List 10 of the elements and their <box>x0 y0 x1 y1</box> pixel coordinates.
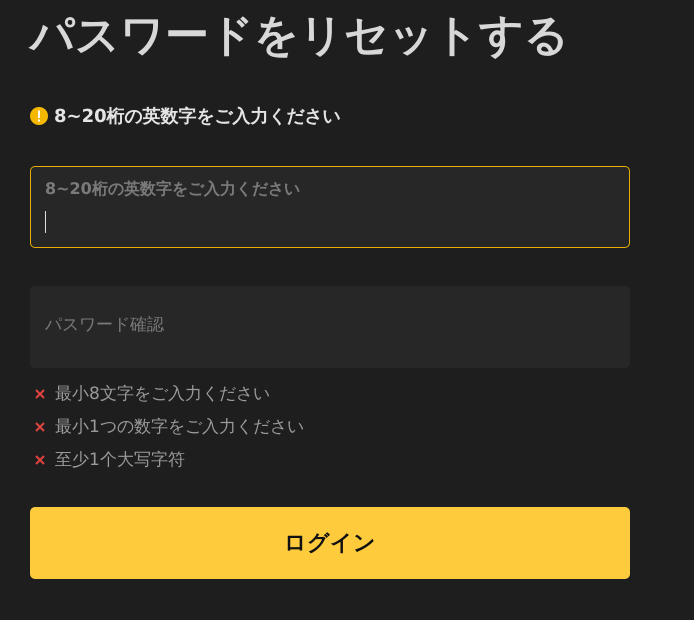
password-field[interactable]: 8~20桁の英数字をご入力ください <box>30 166 630 248</box>
warning-icon <box>30 107 48 125</box>
rule-text: 至少1个大写字符 <box>55 449 185 471</box>
login-button[interactable]: ログイン <box>30 507 630 579</box>
rule-text: 最小8文字をご入力ください <box>55 383 270 405</box>
password-field[interactable]: パスワード確認 <box>30 286 630 368</box>
rule-text: 最小1つの数字をご入力ください <box>55 416 304 438</box>
hint-text: 8~20桁の英数字をご入力ください <box>54 105 341 128</box>
text-cursor-icon <box>45 211 46 233</box>
page-title: パスワードをリセットする <box>30 9 570 63</box>
